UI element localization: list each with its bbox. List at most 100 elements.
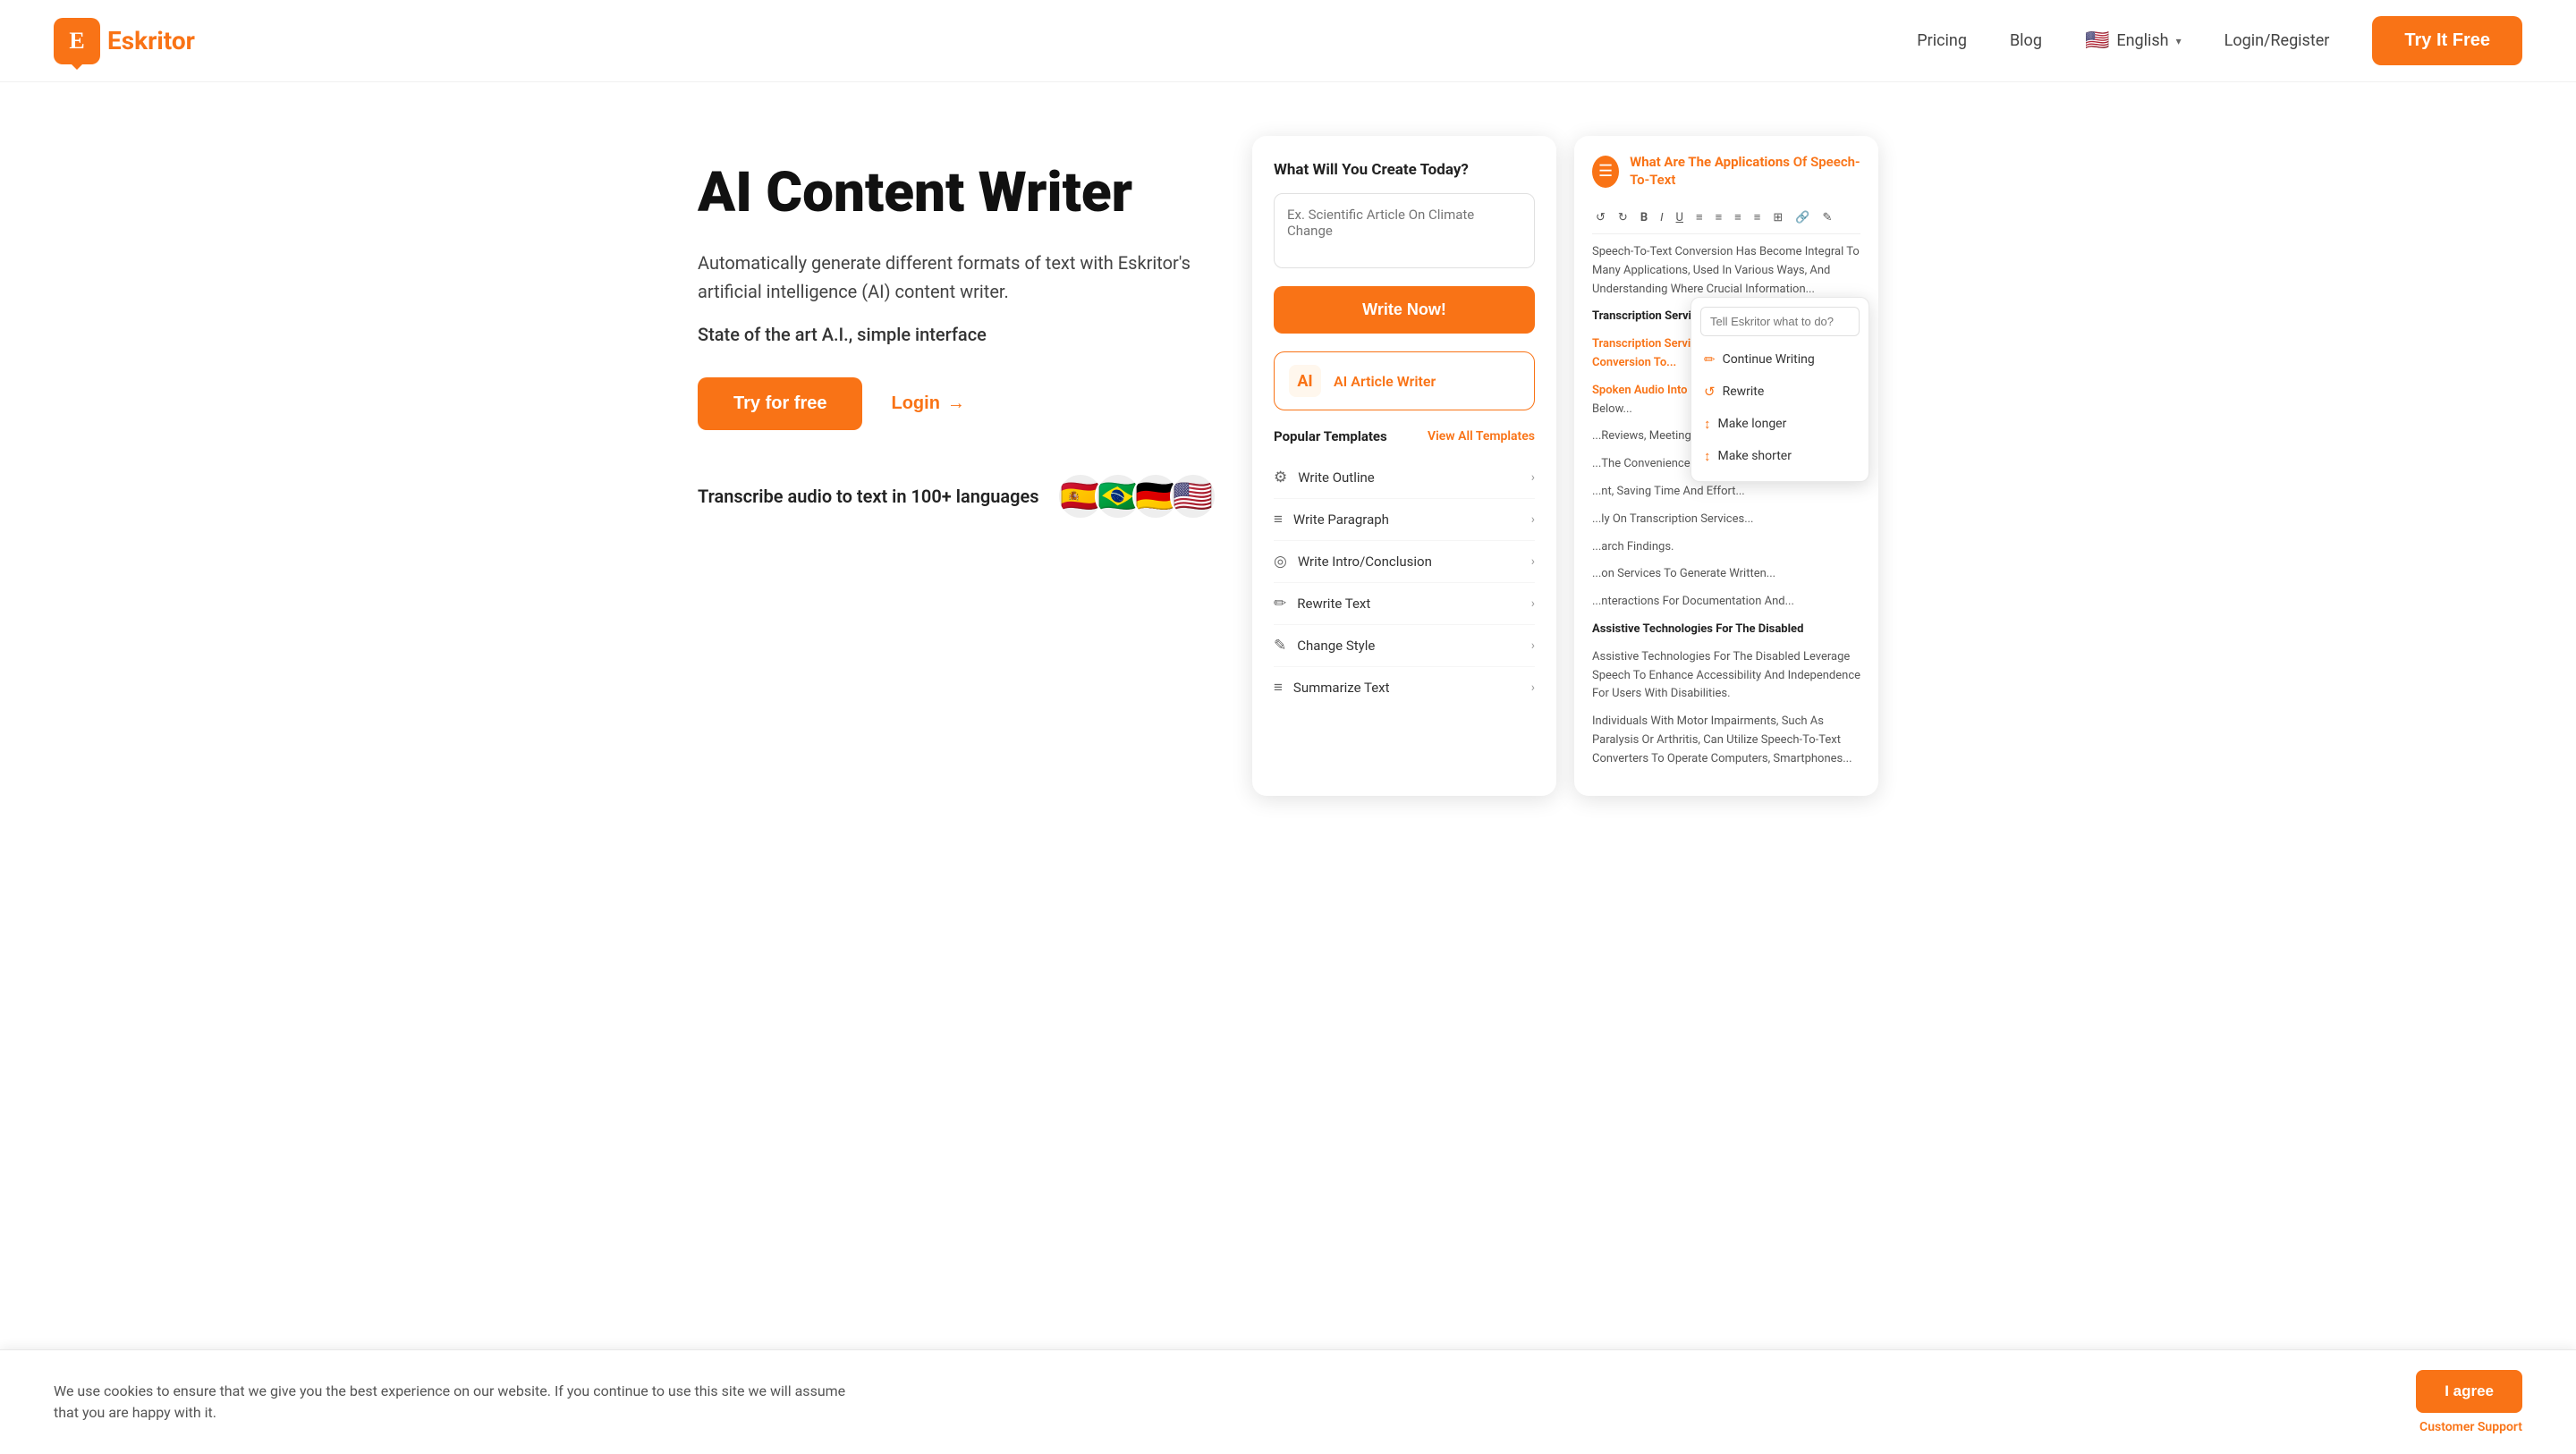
card-right-title-text: What Are The Applications [1630, 154, 1793, 170]
speech-to-text-card: ☰ What Are The Applications Of Speech-To… [1574, 136, 1878, 796]
toolbar-edit[interactable]: ✎ [1818, 209, 1835, 226]
template-label-rewrite: Rewrite Text [1297, 596, 1370, 612]
write-now-button[interactable]: Write Now! [1274, 286, 1535, 334]
template-write-paragraph[interactable]: ≡ Write Paragraph › [1274, 499, 1535, 541]
logo-text: Eskritor [107, 26, 195, 55]
language-flags: 🇪🇸 🇧🇷 🇩🇪 🇺🇸 [1057, 473, 1216, 520]
agree-button[interactable]: I agree [2416, 1370, 2522, 1413]
template-label-outline: Write Outline [1298, 469, 1375, 486]
flag-american: 🇺🇸 [1170, 473, 1216, 520]
template-arrow-paragraph: › [1531, 512, 1535, 527]
template-write-outline[interactable]: ⚙ Write Outline › [1274, 457, 1535, 499]
rewrite-icon: ↺ [1704, 384, 1716, 400]
template-icon-outline: ⚙ [1274, 469, 1287, 486]
toolbar-link[interactable]: 🔗 [1792, 209, 1813, 226]
dropdown-make-shorter[interactable]: ↕ Make shorter [1691, 440, 1868, 472]
toolbar-italic[interactable]: I [1657, 209, 1666, 226]
hero-try-free-button[interactable]: Try for free [698, 377, 862, 430]
section-generate-text: ...on Services To Generate Written... [1592, 565, 1860, 584]
make-longer-icon: ↕ [1704, 416, 1711, 432]
create-input[interactable] [1274, 193, 1535, 268]
section-assistive-heading: Assistive Technologies For The Disabled [1592, 621, 1860, 639]
toolbar-undo[interactable]: ↺ [1592, 209, 1609, 226]
template-list: ⚙ Write Outline › ≡ Write Paragraph › ◎ [1274, 457, 1535, 708]
ai-action-dropdown: ✏ Continue Writing ↺ Rewrite ↕ Make long… [1690, 297, 1869, 482]
cookie-text: We use cookies to ensure that we give yo… [54, 1381, 859, 1424]
hero-section: AI Content Writer Automatically generate… [644, 82, 1932, 850]
templates-title: Popular Templates [1274, 428, 1387, 444]
template-arrow: › [1531, 470, 1535, 485]
toolbar-list1[interactable]: ≡ [1692, 208, 1707, 226]
template-rewrite[interactable]: ✏ Rewrite Text › [1274, 583, 1535, 625]
ai-article-icon: AI [1289, 365, 1321, 397]
menu-icon: ☰ [1592, 156, 1619, 188]
navbar: E Eskritor Pricing Blog 🇺🇸 English ▾ Log… [0, 0, 2576, 82]
hero-buttons: Try for free Login → [698, 377, 1216, 430]
template-icon-intro: ◎ [1274, 553, 1287, 571]
logo[interactable]: E Eskritor [54, 18, 195, 64]
nav-links: Pricing Blog 🇺🇸 English ▾ Login/Register… [1917, 16, 2522, 65]
transcribe-text: Transcribe audio to text in 100+ languag… [698, 486, 1039, 507]
make-longer-label: Make longer [1718, 417, 1787, 431]
template-label-paragraph: Write Paragraph [1293, 511, 1389, 528]
nav-lang-label: English [2116, 31, 2168, 50]
create-card-title: What Will You Create Today? [1274, 161, 1535, 179]
hero-subtitle: State of the art A.I., simple interface [698, 324, 1216, 345]
template-change-style[interactable]: ✎ Change Style › [1274, 625, 1535, 667]
flag-icon: 🇺🇸 [2085, 30, 2109, 52]
view-all-templates[interactable]: View All Templates [1428, 429, 1535, 444]
toolbar-underline[interactable]: U [1673, 209, 1687, 226]
nav-language-selector[interactable]: 🇺🇸 English ▾ [2085, 30, 2182, 52]
template-label-summarize: Summarize Text [1293, 680, 1390, 696]
card-right-title: What Are The Applications Of Speech-To-T… [1630, 154, 1860, 189]
continue-writing-icon: ✏ [1704, 351, 1716, 368]
section-assistive-text1: Assistive Technologies For The Disabled … [1592, 648, 1860, 704]
card-right-header: ☰ What Are The Applications Of Speech-To… [1592, 154, 1860, 189]
template-summarize[interactable]: ≡ Summarize Text › [1274, 667, 1535, 708]
nav-blog[interactable]: Blog [2010, 31, 2042, 50]
template-arrow-style: › [1531, 638, 1535, 653]
section-interactions-text: ...nteractions For Documentation And... [1592, 593, 1860, 612]
dropdown-continue-writing[interactable]: ✏ Continue Writing [1691, 343, 1868, 376]
ai-article-button[interactable]: AI AI Article Writer [1274, 351, 1535, 410]
rewrite-label: Rewrite [1723, 385, 1765, 399]
ai-article-label: AI Article Writer [1334, 373, 1436, 390]
template-label-intro: Write Intro/Conclusion [1298, 554, 1432, 570]
nav-pricing[interactable]: Pricing [1917, 31, 1967, 50]
toolbar-redo[interactable]: ↻ [1614, 209, 1631, 226]
nav-try-free-button[interactable]: Try It Free [2372, 16, 2522, 65]
template-icon-rewrite: ✏ [1274, 595, 1286, 613]
customer-support-link[interactable]: Customer Support [2419, 1420, 2522, 1434]
nav-login-register[interactable]: Login/Register [2224, 31, 2330, 50]
hero-right-panels: What Will You Create Today? Write Now! A… [1252, 136, 1878, 796]
toolbar-align1[interactable]: ≡ [1731, 208, 1745, 226]
dropdown-rewrite[interactable]: ↺ Rewrite [1691, 376, 1868, 408]
create-card: What Will You Create Today? Write Now! A… [1252, 136, 1556, 796]
cookie-banner: We use cookies to ensure that we give yo… [0, 1349, 2576, 1454]
toolbar-list2[interactable]: ≡ [1712, 208, 1726, 226]
template-arrow-rewrite: › [1531, 596, 1535, 611]
toolbar-bold[interactable]: B [1637, 209, 1651, 226]
hero-login-button[interactable]: Login → [891, 393, 964, 414]
logo-icon: E [54, 18, 100, 64]
hero-description: Automatically generate different formats… [698, 249, 1216, 306]
template-icon-summarize: ≡ [1274, 679, 1283, 697]
template-arrow-summarize: › [1531, 681, 1535, 695]
template-icon-paragraph: ≡ [1274, 511, 1283, 528]
ai-action-input[interactable] [1700, 307, 1860, 336]
login-label: Login [891, 393, 939, 414]
section-saving-text: ...nt, Saving Time And Effort... [1592, 483, 1860, 502]
template-arrow-intro: › [1531, 554, 1535, 569]
template-intro-conclusion[interactable]: ◎ Write Intro/Conclusion › [1274, 541, 1535, 583]
login-arrow-icon: → [947, 393, 965, 414]
dropdown-make-longer[interactable]: ↕ Make longer [1691, 408, 1868, 440]
toolbar-align2[interactable]: ≡ [1750, 208, 1765, 226]
template-label-style: Change Style [1297, 638, 1375, 654]
section-assistive-text2: Individuals With Motor Impairments, Such… [1592, 713, 1860, 768]
hero-transcribe: Transcribe audio to text in 100+ languag… [698, 473, 1216, 520]
content-intro: Speech-To-Text Conversion Has Become Int… [1592, 243, 1860, 299]
hero-title: AI Content Writer [698, 163, 1216, 224]
hero-left: AI Content Writer Automatically generate… [698, 136, 1216, 520]
make-shorter-icon: ↕ [1704, 448, 1711, 464]
toolbar-grid[interactable]: ⊞ [1769, 209, 1786, 226]
